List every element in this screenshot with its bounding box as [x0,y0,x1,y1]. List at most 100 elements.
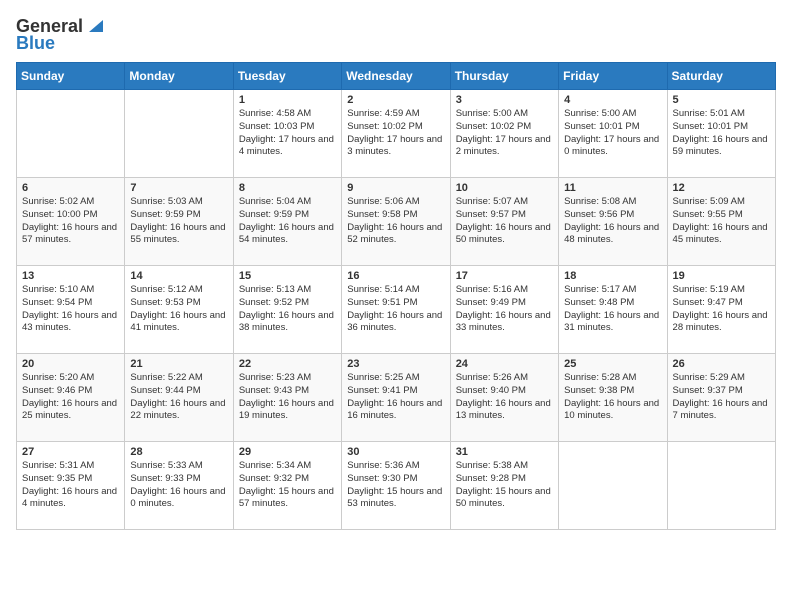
day-number: 21 [130,358,227,370]
calendar-day-6: 6Sunrise: 5:02 AM Sunset: 10:00 PM Dayli… [17,178,125,266]
day-number: 7 [130,182,227,194]
calendar-day-14: 14 Sunrise: 5:12 AM Sunset: 9:53 PM Dayli… [125,266,233,354]
calendar-day-empty [667,442,775,530]
day-info: Sunrise: 5:04 AM Sunset: 9:59 PM Dayligh… [239,196,336,247]
day-info: Sunrise: 5:23 AM Sunset: 9:43 PM Dayligh… [239,372,336,423]
weekday-header-saturday: Saturday [667,63,775,90]
day-number: 17 [456,270,553,282]
calendar-day-26: 26 Sunrise: 5:29 AM Sunset: 9:37 PM Dayli… [667,354,775,442]
day-number: 10 [456,182,553,194]
calendar-day-empty [559,442,667,530]
calendar-day-3: 3 Sunrise: 5:00 AM Sunset: 10:02 PM Dayli… [450,90,558,178]
page-header: General Blue [16,16,776,54]
calendar-day-15: 15 Sunrise: 5:13 AM Sunset: 9:52 PM Dayli… [233,266,341,354]
weekday-header-tuesday: Tuesday [233,63,341,90]
calendar-day-empty [125,90,233,178]
day-number: 15 [239,270,336,282]
day-number: 1 [239,94,336,106]
day-number: 26 [673,358,770,370]
day-number: 6 [22,182,119,194]
logo-blue-text: Blue [16,33,55,54]
calendar-day-5: 5Sunrise: 5:01 AM Sunset: 10:01 PM Dayli… [667,90,775,178]
day-number: 25 [564,358,661,370]
day-info: Sunrise: 5:19 AM Sunset: 9:47 PM Dayligh… [673,284,770,335]
day-number: 31 [456,446,553,458]
calendar-day-13: 13 Sunrise: 5:10 AM Sunset: 9:54 PM Dayli… [17,266,125,354]
calendar-day-18: 18Sunrise: 5:17 AM Sunset: 9:48 PM Dayli… [559,266,667,354]
day-number: 13 [22,270,119,282]
weekday-header-thursday: Thursday [450,63,558,90]
day-info: Sunrise: 5:33 AM Sunset: 9:33 PM Dayligh… [130,460,227,511]
calendar-week-row: 20Sunrise: 5:20 AM Sunset: 9:46 PM Dayli… [17,354,776,442]
calendar-day-empty [17,90,125,178]
day-number: 4 [564,94,661,106]
day-number: 29 [239,446,336,458]
day-number: 12 [673,182,770,194]
weekday-header-row: SundayMondayTuesdayWednesdayThursdayFrid… [17,63,776,90]
day-info: Sunrise: 5:06 AM Sunset: 9:58 PM Dayligh… [347,196,444,247]
day-info: Sunrise: 5:25 AM Sunset: 9:41 PM Dayligh… [347,372,444,423]
calendar-week-row: 13 Sunrise: 5:10 AM Sunset: 9:54 PM Dayli… [17,266,776,354]
day-info: Sunrise: 5:00 AM Sunset: 10:01 PM Daylig… [564,108,661,159]
day-info: Sunrise: 5:01 AM Sunset: 10:01 PM Daylig… [673,108,770,159]
calendar-day-30: 30 Sunrise: 5:36 AM Sunset: 9:30 PM Dayli… [342,442,450,530]
day-number: 3 [456,94,553,106]
calendar-day-4: 4 Sunrise: 5:00 AM Sunset: 10:01 PM Dayli… [559,90,667,178]
logo: General Blue [16,16,103,54]
day-number: 19 [673,270,770,282]
day-info: Sunrise: 5:38 AM Sunset: 9:28 PM Dayligh… [456,460,553,511]
day-info: Sunrise: 5:09 AM Sunset: 9:55 PM Dayligh… [673,196,770,247]
calendar-week-row: 6Sunrise: 5:02 AM Sunset: 10:00 PM Dayli… [17,178,776,266]
calendar-day-12: 12 Sunrise: 5:09 AM Sunset: 9:55 PM Dayli… [667,178,775,266]
day-info: Sunrise: 5:10 AM Sunset: 9:54 PM Dayligh… [22,284,119,335]
day-info: Sunrise: 5:12 AM Sunset: 9:53 PM Dayligh… [130,284,227,335]
day-info: Sunrise: 5:29 AM Sunset: 9:37 PM Dayligh… [673,372,770,423]
calendar-day-7: 7 Sunrise: 5:03 AM Sunset: 9:59 PM Daylig… [125,178,233,266]
calendar-day-23: 23Sunrise: 5:25 AM Sunset: 9:41 PM Dayli… [342,354,450,442]
weekday-header-sunday: Sunday [17,63,125,90]
calendar-day-25: 25 Sunrise: 5:28 AM Sunset: 9:38 PM Dayli… [559,354,667,442]
day-info: Sunrise: 5:36 AM Sunset: 9:30 PM Dayligh… [347,460,444,511]
calendar-day-28: 28Sunrise: 5:33 AM Sunset: 9:33 PM Dayli… [125,442,233,530]
day-info: Sunrise: 5:34 AM Sunset: 9:32 PM Dayligh… [239,460,336,511]
calendar-day-17: 17 Sunrise: 5:16 AM Sunset: 9:49 PM Dayli… [450,266,558,354]
day-number: 30 [347,446,444,458]
day-info: Sunrise: 4:58 AM Sunset: 10:03 PM Daylig… [239,108,336,159]
day-number: 11 [564,182,661,194]
day-number: 8 [239,182,336,194]
day-info: Sunrise: 5:00 AM Sunset: 10:02 PM Daylig… [456,108,553,159]
day-info: Sunrise: 5:28 AM Sunset: 9:38 PM Dayligh… [564,372,661,423]
calendar-day-20: 20Sunrise: 5:20 AM Sunset: 9:46 PM Dayli… [17,354,125,442]
day-number: 22 [239,358,336,370]
day-info: Sunrise: 5:26 AM Sunset: 9:40 PM Dayligh… [456,372,553,423]
calendar-day-24: 24 Sunrise: 5:26 AM Sunset: 9:40 PM Dayli… [450,354,558,442]
calendar-day-16: 16 Sunrise: 5:14 AM Sunset: 9:51 PM Dayli… [342,266,450,354]
calendar-day-31: 31 Sunrise: 5:38 AM Sunset: 9:28 PM Dayli… [450,442,558,530]
day-info: Sunrise: 5:22 AM Sunset: 9:44 PM Dayligh… [130,372,227,423]
day-number: 14 [130,270,227,282]
day-info: Sunrise: 4:59 AM Sunset: 10:02 PM Daylig… [347,108,444,159]
calendar-day-2: 2Sunrise: 4:59 AM Sunset: 10:02 PM Dayli… [342,90,450,178]
calendar-day-9: 9Sunrise: 5:06 AM Sunset: 9:58 PM Daylig… [342,178,450,266]
calendar-day-21: 21 Sunrise: 5:22 AM Sunset: 9:44 PM Dayli… [125,354,233,442]
day-info: Sunrise: 5:13 AM Sunset: 9:52 PM Dayligh… [239,284,336,335]
day-number: 16 [347,270,444,282]
calendar-day-27: 27 Sunrise: 5:31 AM Sunset: 9:35 PM Dayli… [17,442,125,530]
calendar-day-22: 22 Sunrise: 5:23 AM Sunset: 9:43 PM Dayli… [233,354,341,442]
weekday-header-friday: Friday [559,63,667,90]
weekday-header-monday: Monday [125,63,233,90]
day-info: Sunrise: 5:17 AM Sunset: 9:48 PM Dayligh… [564,284,661,335]
calendar-day-29: 29 Sunrise: 5:34 AM Sunset: 9:32 PM Dayli… [233,442,341,530]
day-info: Sunrise: 5:31 AM Sunset: 9:35 PM Dayligh… [22,460,119,511]
day-info: Sunrise: 5:08 AM Sunset: 9:56 PM Dayligh… [564,196,661,247]
day-number: 27 [22,446,119,458]
weekday-header-wednesday: Wednesday [342,63,450,90]
day-info: Sunrise: 5:20 AM Sunset: 9:46 PM Dayligh… [22,372,119,423]
day-info: Sunrise: 5:03 AM Sunset: 9:59 PM Dayligh… [130,196,227,247]
day-info: Sunrise: 5:16 AM Sunset: 9:49 PM Dayligh… [456,284,553,335]
day-info: Sunrise: 5:14 AM Sunset: 9:51 PM Dayligh… [347,284,444,335]
calendar-day-10: 10Sunrise: 5:07 AM Sunset: 9:57 PM Dayli… [450,178,558,266]
calendar-day-19: 19 Sunrise: 5:19 AM Sunset: 9:47 PM Dayli… [667,266,775,354]
day-number: 24 [456,358,553,370]
logo-triangle-icon [85,16,103,34]
